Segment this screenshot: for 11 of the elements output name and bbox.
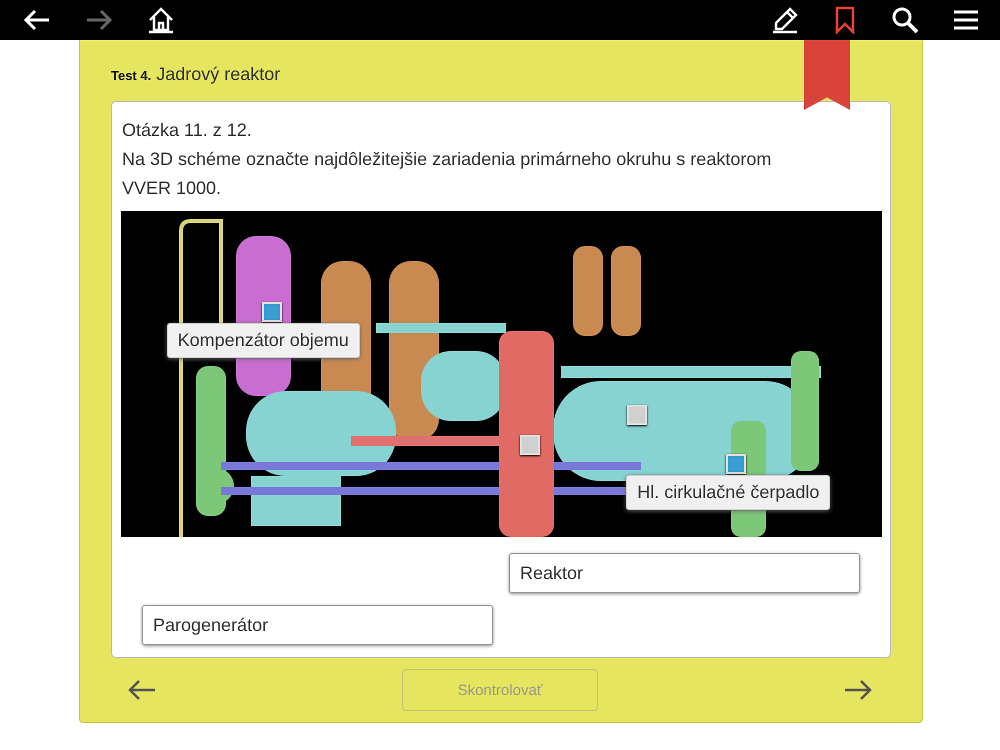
answer-label[interactable]: Parogenerátor bbox=[142, 605, 493, 645]
hotspot-marker[interactable] bbox=[726, 454, 746, 474]
placed-label[interactable]: Kompenzátor objemu bbox=[166, 323, 360, 358]
hotspot-marker[interactable] bbox=[627, 404, 648, 425]
test-title: Test 4. Jadrový reaktor bbox=[111, 64, 282, 86]
answer-label[interactable]: Reaktor bbox=[509, 553, 860, 593]
question-counter: Otázka 11. z 12. bbox=[121, 119, 253, 142]
hotspot-marker[interactable] bbox=[262, 302, 282, 322]
question-text: Na 3D schéme označte najdôležitejšie zariadenia primárneho okruhu s reaktorom VVER 1000. bbox=[121, 148, 772, 200]
hotspot-marker[interactable] bbox=[520, 434, 540, 455]
placed-label[interactable]: Hl. cirkulačné čerpadlo bbox=[626, 475, 830, 510]
